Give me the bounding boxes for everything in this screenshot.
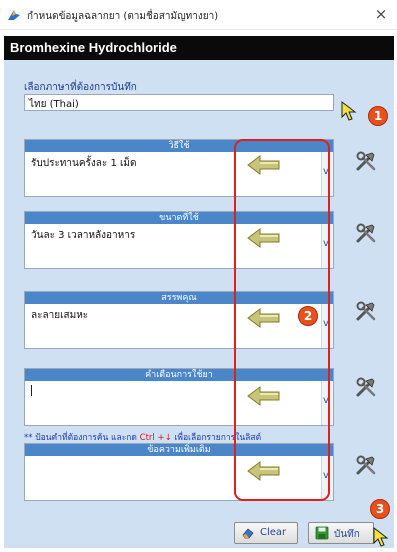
hint-key: Ctrl +↓ [139, 433, 172, 443]
clear-label: Clear [260, 527, 287, 538]
clear-button[interactable]: Clear [234, 522, 298, 544]
step-badge-3: 3 [370, 499, 390, 519]
tools-icon[interactable] [355, 376, 377, 398]
drug-name: Bromhexine Hydrochloride [10, 40, 177, 55]
language-select[interactable]: ไทย (Thai) [24, 94, 334, 111]
tools-icon[interactable] [355, 454, 377, 476]
text-caret [31, 385, 32, 396]
save-label: บันทึก [334, 529, 360, 540]
tools-icon[interactable] [355, 150, 377, 172]
app-icon [8, 10, 20, 20]
eraser-icon [242, 528, 254, 539]
search-hint: ** ป้อนคำที่ต้องการค้น และกด Ctrl +↓ เพื… [24, 430, 261, 444]
tools-icon[interactable] [355, 300, 377, 322]
cursor-arrow-icon [373, 526, 389, 547]
step-badge-1: 1 [368, 106, 388, 126]
window-title: กำหนดข้อมูลฉลากยา (ตามชื่อสามัญทางยา) [27, 11, 219, 22]
cursor-arrow-icon [341, 100, 357, 121]
save-button[interactable]: บันทึก [308, 522, 374, 544]
close-button[interactable]: × [373, 5, 389, 23]
hint-text: ** ป้อนคำที่ต้องการค้น และกด [24, 433, 140, 443]
drug-name-banner: Bromhexine Hydrochloride [4, 36, 394, 60]
window-titlebar: กำหนดข้อมูลฉลากยา (ตามชื่อสามัญทางยา) × [0, 0, 397, 30]
tools-icon[interactable] [355, 222, 377, 244]
language-label: เลือกภาษาที่ต้องการบันทึก [24, 82, 137, 93]
floppy-disk-icon [315, 526, 329, 540]
step-badge-2: 2 [298, 306, 318, 326]
